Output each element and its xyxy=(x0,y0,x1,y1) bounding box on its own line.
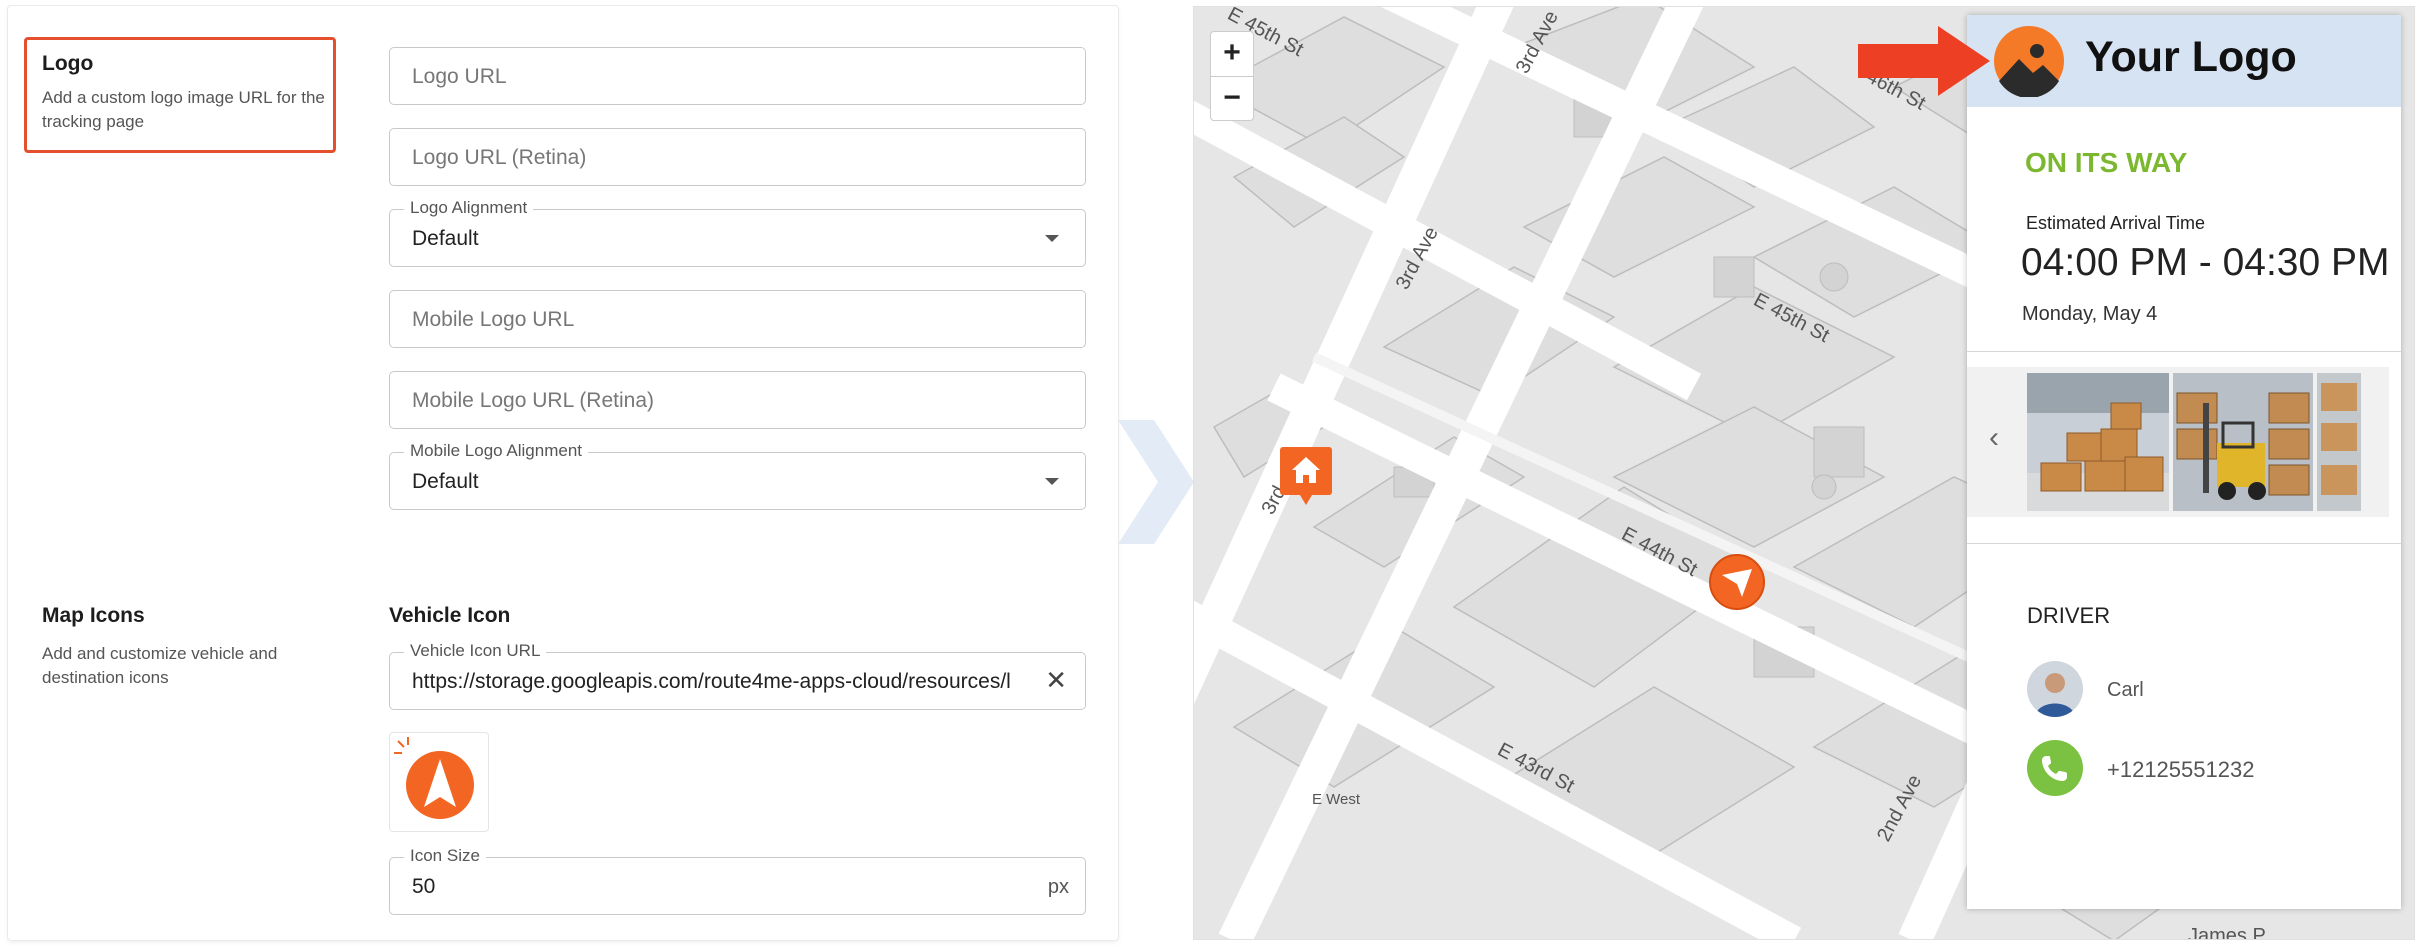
mobile-logo-alignment-label: Mobile Logo Alignment xyxy=(404,441,589,461)
logo-alignment-select[interactable]: Logo Alignment Default xyxy=(389,198,1086,267)
logo-section-description: Add a custom logo image URL for the trac… xyxy=(42,88,325,131)
navigation-arrow-icon xyxy=(394,737,474,819)
vehicle-icon-url-value: https://storage.googleapis.com/route4me-… xyxy=(412,670,1011,693)
mobile-logo-url-retina-input[interactable]: Mobile Logo URL (Retina) xyxy=(389,371,1086,429)
logo-alignment-label: Logo Alignment xyxy=(404,198,534,218)
vehicle-icon-url-input[interactable]: Vehicle Icon URL https://storage.googlea… xyxy=(389,641,1086,710)
eta-value: 04:00 PM - 04:30 PM xyxy=(2021,241,2390,284)
vehicle-marker-icon[interactable] xyxy=(1708,553,1766,611)
icon-size-input[interactable]: Icon Size 50 px xyxy=(389,846,1086,915)
shelves-image xyxy=(2317,373,2361,511)
warehouse-photo[interactable] xyxy=(2027,373,2169,511)
callout-arrow-icon xyxy=(1858,26,1990,96)
logo-url-placeholder: Logo URL xyxy=(412,65,507,88)
chevron-left-icon[interactable]: ‹ xyxy=(1989,421,1999,455)
vehicle-icon-title: Vehicle Icon xyxy=(389,604,511,627)
divider xyxy=(1967,351,2401,352)
dropdown-caret-icon xyxy=(1045,235,1059,242)
destination-home-icon[interactable] xyxy=(1278,445,1334,509)
brand-logo-icon xyxy=(1994,26,2064,97)
brand-name: Your Logo xyxy=(2085,33,2297,81)
logo-url-retina-input[interactable]: Logo URL (Retina) xyxy=(389,128,1086,186)
warehouse-boxes-image xyxy=(2027,373,2169,511)
mobile-logo-url-input[interactable]: Mobile Logo URL xyxy=(389,290,1086,348)
divider xyxy=(1967,543,2401,544)
logo-url-retina-placeholder: Logo URL (Retina) xyxy=(412,146,587,169)
driver-phone[interactable]: +12125551232 xyxy=(2107,757,2254,783)
warehouse-photo[interactable] xyxy=(2317,373,2361,511)
driver-name: Carl xyxy=(2107,679,2144,701)
map-icons-section-title: Map Icons xyxy=(42,604,145,627)
mobile-logo-alignment-select[interactable]: Mobile Logo Alignment Default xyxy=(389,441,1086,510)
logo-alignment-value: Default xyxy=(412,227,479,250)
eta-date: Monday, May 4 xyxy=(2022,303,2158,325)
street-label: James P xyxy=(2188,925,2266,940)
mobile-logo-url-placeholder: Mobile Logo URL xyxy=(412,308,575,331)
zoom-control: + − xyxy=(1210,31,1254,121)
delivery-status: ON ITS WAY xyxy=(2025,147,2188,178)
clear-icon[interactable]: ✕ xyxy=(1045,667,1067,693)
vehicle-icon-url-label: Vehicle Icon URL xyxy=(404,641,547,661)
icon-size-unit: px xyxy=(1047,876,1069,898)
logo-section-title: Logo xyxy=(42,52,94,75)
map-icons-section-description: Add and customize vehicle and destinatio… xyxy=(42,644,278,687)
icon-size-value: 50 xyxy=(412,875,436,898)
settings-panel: Logo Add a custom logo image URL for the… xyxy=(8,6,1118,940)
mobile-logo-alignment-value: Default xyxy=(412,470,479,493)
dropdown-caret-icon xyxy=(1045,478,1059,485)
driver-section-title: DRIVER xyxy=(2027,603,2111,628)
forklift-image xyxy=(2173,373,2313,511)
logo-url-input[interactable]: Logo URL xyxy=(389,47,1086,105)
card-header: Your Logo xyxy=(1967,15,2401,107)
zoom-out-button[interactable]: − xyxy=(1211,76,1253,121)
street-label: E West xyxy=(1312,791,1361,808)
transition-arrow-icon xyxy=(1118,420,1194,544)
icon-size-label: Icon Size xyxy=(404,846,486,866)
driver-avatar xyxy=(2027,661,2083,717)
eta-label: Estimated Arrival Time xyxy=(2026,213,2206,233)
call-driver-button[interactable] xyxy=(2027,740,2083,796)
warehouse-photo[interactable] xyxy=(2173,373,2313,511)
mobile-logo-url-retina-placeholder: Mobile Logo URL (Retina) xyxy=(412,389,655,412)
photo-carousel[interactable]: ‹ xyxy=(1967,367,2389,517)
vehicle-icon-preview xyxy=(389,732,489,832)
zoom-in-button[interactable]: + xyxy=(1211,32,1253,76)
phone-icon xyxy=(2042,756,2067,781)
tracking-card: Your Logo ON ITS WAY Estimated Arrival T… xyxy=(1967,15,2401,909)
